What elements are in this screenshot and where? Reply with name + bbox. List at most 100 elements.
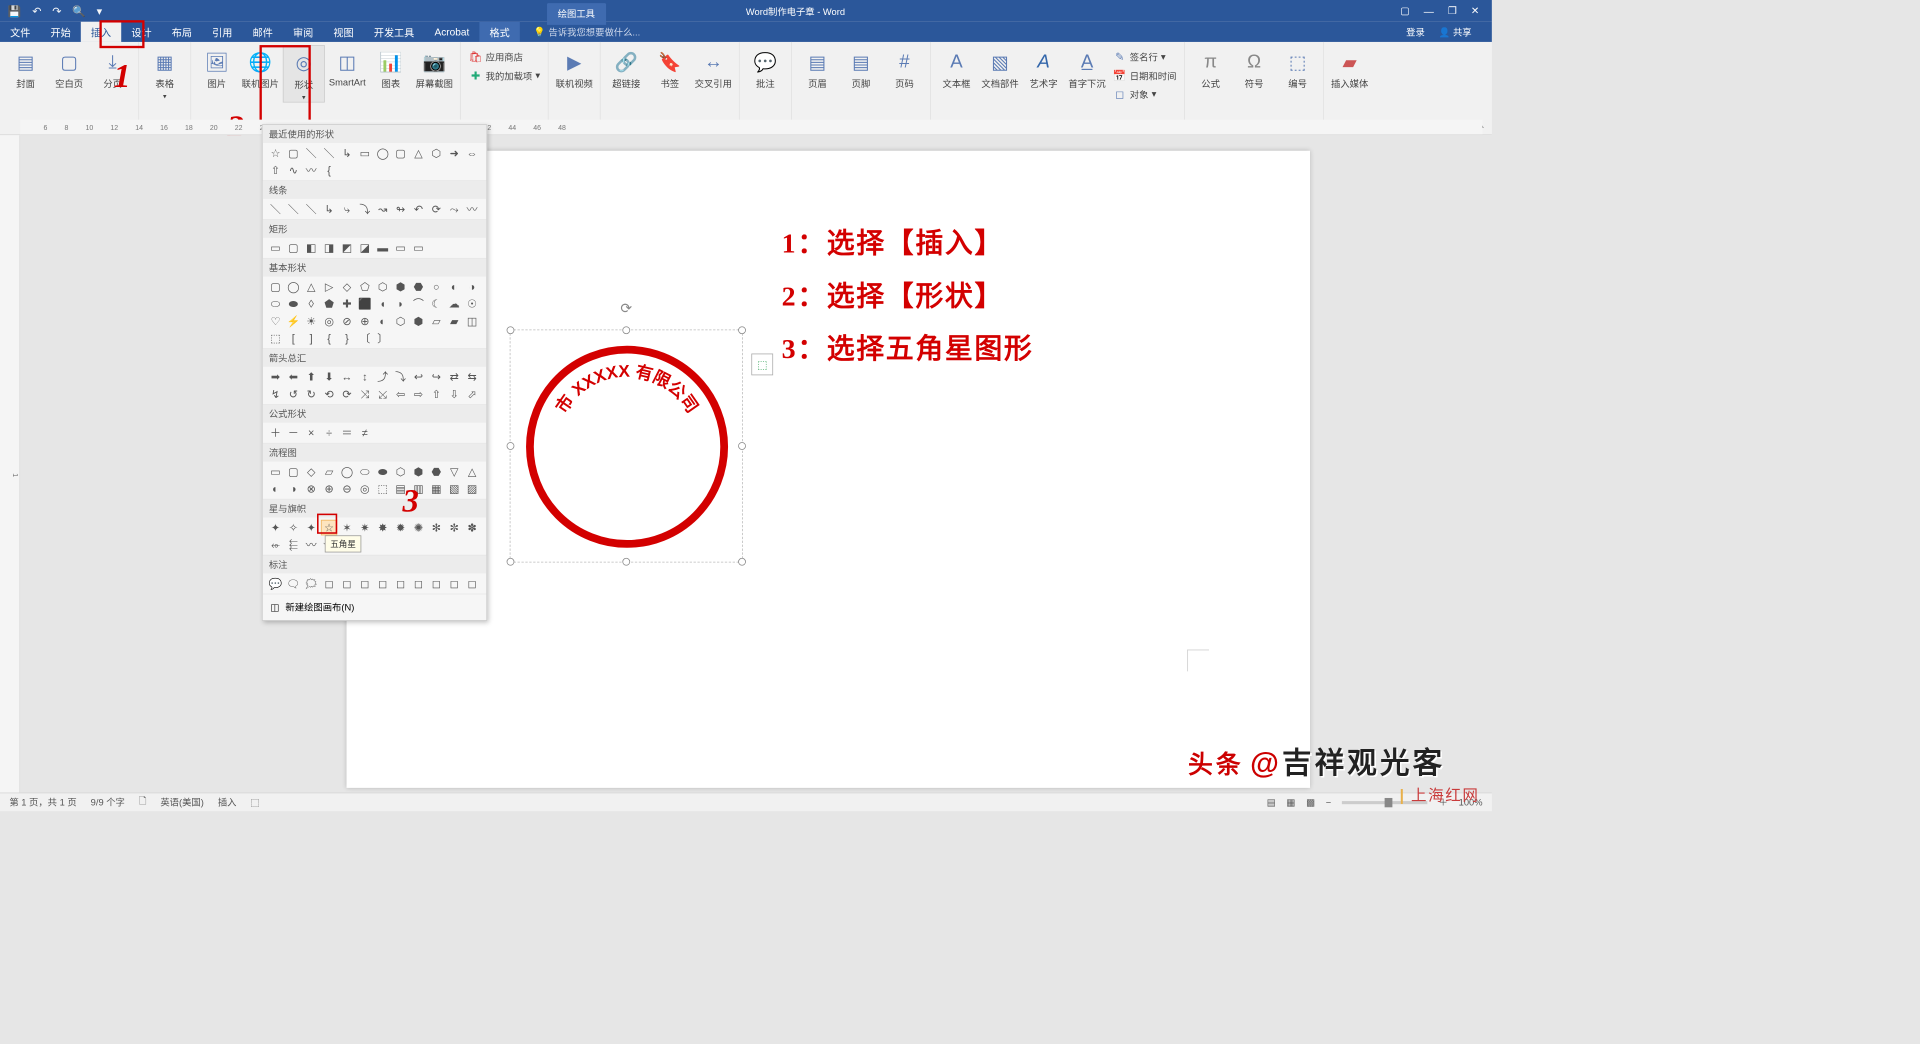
shape-selection[interactable]: ⟳ ⬚ 市 XXXXX 有限公司 xyxy=(510,329,743,562)
shape-hex-icon[interactable]: ⬡ xyxy=(428,145,444,161)
horizontal-ruler[interactable]: 6810121416182022242628303234363840424446… xyxy=(20,120,1482,136)
page-status[interactable]: 第 1 页，共 1 页 xyxy=(9,796,76,809)
login-button[interactable]: 登录 xyxy=(1406,25,1425,38)
spelling-icon[interactable]: 🗋 xyxy=(139,794,147,810)
bookmark-button[interactable]: 🔖书签 xyxy=(649,45,691,90)
shape-rect-icon[interactable]: ▭ xyxy=(357,145,373,161)
tell-me-search[interactable]: 💡 告诉我您想要做什么... xyxy=(534,22,640,42)
shape-ribbon2-icon[interactable]: ⬱ xyxy=(285,537,301,553)
shape-conn-icon[interactable]: ↳ xyxy=(339,145,355,161)
shape-burst5-icon[interactable]: ✧ xyxy=(285,520,301,536)
crossref-button[interactable]: ↔交叉引用 xyxy=(692,45,734,90)
shape-textbox-icon[interactable]: ▢ xyxy=(285,145,301,161)
smartart-button[interactable]: ◫SmartArt xyxy=(326,45,368,88)
tab-home[interactable]: 开始 xyxy=(40,22,80,42)
close-icon[interactable]: ✕ xyxy=(1471,5,1479,17)
tab-review[interactable]: 审阅 xyxy=(283,22,323,42)
macro-icon[interactable]: ⬚ xyxy=(250,797,259,808)
insert-mode[interactable]: 插入 xyxy=(218,796,237,809)
equation-button[interactable]: π公式 xyxy=(1190,45,1232,90)
online-video-button[interactable]: ▶联机视频 xyxy=(553,45,595,90)
header-button[interactable]: ▤页眉 xyxy=(796,45,838,90)
comment-button[interactable]: 💬批注 xyxy=(744,45,786,90)
shape-star-icon[interactable]: ☆ xyxy=(267,145,283,161)
title-bar: 💾 ↶ ↷ 🔍 ▾ 绘图工具 Word制作电子章 - Word ▢ — ❐ ✕ xyxy=(0,0,1492,22)
page-number-button[interactable]: #页码 xyxy=(883,45,925,90)
shape-star7-icon[interactable]: ✷ xyxy=(357,520,373,536)
tab-layout[interactable]: 布局 xyxy=(162,22,202,42)
redo-icon[interactable]: ↷ xyxy=(52,4,61,17)
shape-star12-icon[interactable]: ✺ xyxy=(410,520,426,536)
dropcap-button[interactable]: A̲首字下沉 xyxy=(1066,45,1108,90)
shape-oval-icon[interactable]: ◯ xyxy=(375,145,391,161)
layout-options-icon[interactable]: ⬚ xyxy=(751,354,773,376)
print-preview-icon[interactable]: 🔍 xyxy=(72,4,86,17)
screenshot-button[interactable]: 📷屏幕截图 xyxy=(413,45,455,90)
shape-uarrow-icon[interactable]: ⇧ xyxy=(267,162,283,178)
save-icon[interactable]: 💾 xyxy=(8,4,22,17)
tab-developer[interactable]: 开发工具 xyxy=(364,22,425,42)
shape-tri-icon[interactable]: △ xyxy=(410,145,426,161)
shape-burst4-icon[interactable]: ✦ xyxy=(267,520,283,536)
share-button[interactable]: 👤 共享 xyxy=(1439,25,1472,38)
tab-file[interactable]: 文件 xyxy=(0,22,40,42)
number-button[interactable]: ⬚编号 xyxy=(1277,45,1319,90)
zoom-out-button[interactable]: − xyxy=(1326,797,1331,808)
cover-page-button[interactable]: ▤封面 xyxy=(5,45,47,90)
tab-format[interactable]: 格式 xyxy=(479,22,519,42)
shape-darrow-icon[interactable]: ⇔ xyxy=(464,145,480,161)
shape-star24-icon[interactable]: ✼ xyxy=(446,520,462,536)
tab-mailings[interactable]: 邮件 xyxy=(242,22,282,42)
signature-line-button[interactable]: ✎签名行 ▾ xyxy=(1110,48,1180,65)
undo-icon[interactable]: ↶ xyxy=(32,4,41,17)
language-status[interactable]: 英语(美国) xyxy=(160,796,204,809)
ribbon-options-icon[interactable]: ▢ xyxy=(1400,5,1410,17)
contextual-tab-label: 绘图工具 xyxy=(547,3,606,25)
my-addins-button[interactable]: ✚我的加载项 ▾ xyxy=(465,67,543,84)
rotate-handle-icon[interactable]: ⟳ xyxy=(620,301,632,317)
shape-ribbon-icon[interactable]: ⬰ xyxy=(267,537,283,553)
table-button[interactable]: ▦表格▾ xyxy=(144,45,186,101)
shape-wave-icon[interactable]: 〰 xyxy=(303,537,319,553)
chart-button[interactable]: 📊图表 xyxy=(370,45,412,90)
quick-parts-button[interactable]: ▧文档部件 xyxy=(979,45,1021,90)
minimize-icon[interactable]: — xyxy=(1424,5,1434,17)
tab-acrobat[interactable]: Acrobat xyxy=(424,22,479,42)
app-store-button[interactable]: 🛍应用商店 xyxy=(465,48,543,65)
dd-basic-header: 基本形状 xyxy=(263,259,487,277)
qat-dropdown-icon[interactable]: ▾ xyxy=(97,4,102,17)
restore-icon[interactable]: ❐ xyxy=(1448,5,1457,17)
shape-curve-icon[interactable]: ∿ xyxy=(285,162,301,178)
shape-rrect-icon[interactable]: ▢ xyxy=(392,145,408,161)
pictures-button[interactable]: 🖼图片 xyxy=(196,45,238,90)
view-web-icon[interactable]: ▩ xyxy=(1306,797,1315,808)
new-canvas-button[interactable]: ◫ 新建绘图画布(N) xyxy=(263,594,487,620)
insert-media-button[interactable]: ▰插入媒体 xyxy=(1329,45,1371,90)
symbol-button[interactable]: Ω符号 xyxy=(1233,45,1275,90)
wordart-button[interactable]: A艺术字 xyxy=(1023,45,1065,90)
shape-star16-icon[interactable]: ✻ xyxy=(428,520,444,536)
shape-star6-icon[interactable]: ✶ xyxy=(339,520,355,536)
footer-button[interactable]: ▤页脚 xyxy=(840,45,882,90)
shape-brace-icon[interactable]: { xyxy=(321,162,337,178)
textbox-button[interactable]: A文本框 xyxy=(936,45,978,90)
tab-view[interactable]: 视图 xyxy=(323,22,363,42)
object-button[interactable]: ◻对象 ▾ xyxy=(1110,85,1180,102)
document-title: Word制作电子章 - Word xyxy=(746,4,845,17)
shape-scribble-icon[interactable]: 〰 xyxy=(303,162,319,178)
shape-arrow-icon[interactable]: ➜ xyxy=(446,145,462,161)
view-read-icon[interactable]: ▤ xyxy=(1267,797,1276,808)
date-time-button[interactable]: 📅日期和时间 xyxy=(1110,67,1180,84)
shape-star8-icon[interactable]: ✸ xyxy=(375,520,391,536)
shape-line2-icon[interactable]: ＼ xyxy=(321,145,337,161)
vertical-ruler[interactable]: 123456789101112131415 xyxy=(0,135,20,792)
shape-star10-icon[interactable]: ✹ xyxy=(392,520,408,536)
tab-references[interactable]: 引用 xyxy=(202,22,242,42)
view-print-icon[interactable]: ▦ xyxy=(1286,797,1295,808)
word-count[interactable]: 9/9 个字 xyxy=(91,796,125,809)
shape-star32-icon[interactable]: ✽ xyxy=(464,520,480,536)
document-scroll[interactable]: 6810121416182022242628303234363840424446… xyxy=(20,135,1492,792)
hyperlink-button[interactable]: 🔗超链接 xyxy=(605,45,647,90)
blank-page-button[interactable]: ▢空白页 xyxy=(48,45,90,90)
shape-line-icon[interactable]: ＼ xyxy=(303,145,319,161)
